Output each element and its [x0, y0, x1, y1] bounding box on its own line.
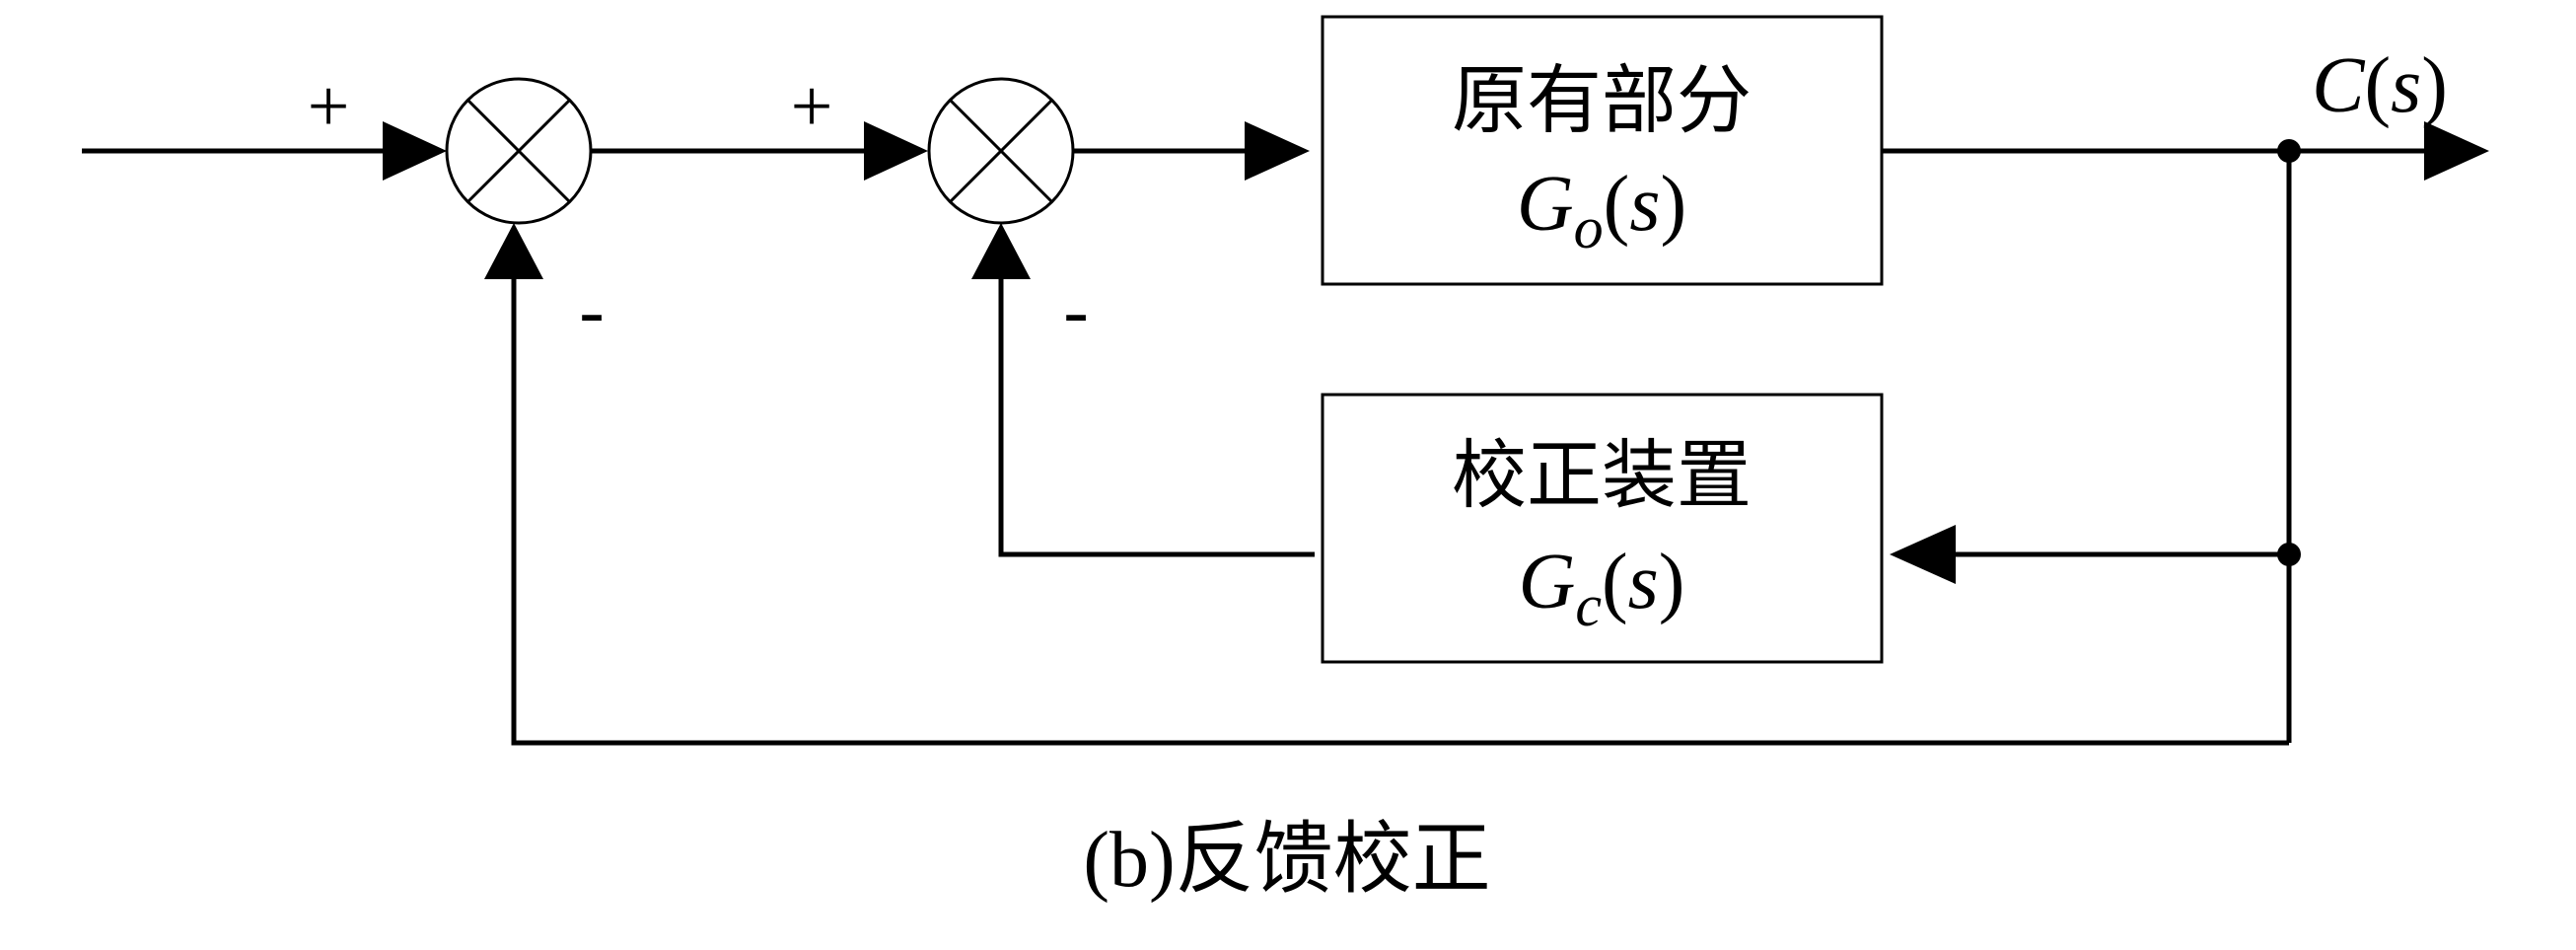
arrowhead-icon — [383, 121, 447, 181]
sum1-plus-sign: + — [308, 65, 350, 148]
arrowhead-icon — [484, 223, 543, 279]
output-label: C(s) — [2312, 42, 2448, 129]
sum2-plus-sign: + — [791, 65, 833, 148]
summing-junction-2 — [927, 77, 1075, 225]
arrowhead-icon — [1245, 121, 1310, 181]
feedback-correction-diagram: + + - - C(s) 原有部分 Go(s) 校正装置 Gc(s) (b)反馈… — [82, 15, 2489, 904]
plant-title: 原有部分 — [1452, 56, 1752, 144]
junction-dot — [2277, 543, 2301, 566]
compensator-title: 校正装置 — [1452, 431, 1752, 519]
sum2-minus-sign: - — [1063, 269, 1088, 352]
compensator-to-sum2-line — [998, 271, 1315, 557]
arrowhead-icon — [2424, 121, 2489, 181]
outer-feedback-line — [511, 271, 2289, 746]
summing-junction-1 — [445, 77, 593, 225]
arrowhead-icon — [864, 121, 928, 181]
plant-transfer-function: Go(s) — [1517, 161, 1686, 260]
arrowhead-icon — [1890, 525, 1956, 584]
junction-dot — [2277, 139, 2301, 163]
figure-caption: (b)反馈校正 — [1083, 817, 1490, 904]
compensator-transfer-function: Gc(s) — [1519, 539, 1685, 638]
arrowhead-icon — [971, 223, 1031, 279]
sum1-minus-sign: - — [579, 269, 604, 352]
